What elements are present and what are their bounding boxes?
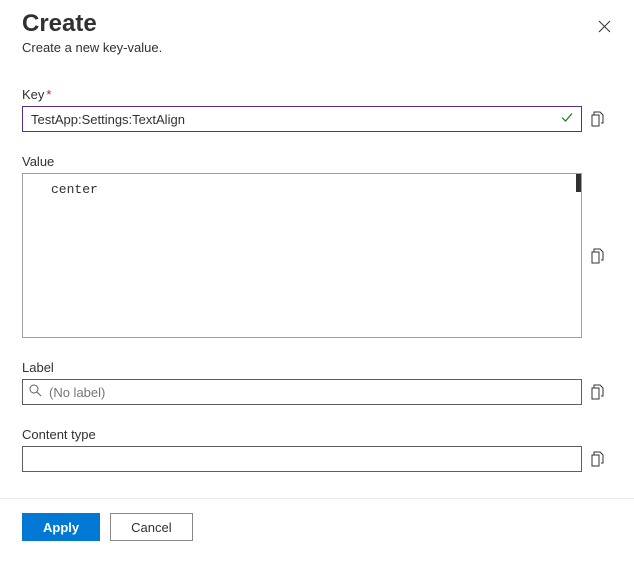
label-input[interactable]: [22, 379, 582, 405]
copy-key-button[interactable]: [590, 111, 606, 127]
value-label: Value: [22, 154, 612, 169]
content-type-label: Content type: [22, 427, 612, 442]
label-label: Label: [22, 360, 612, 375]
cancel-button[interactable]: Cancel: [110, 513, 192, 541]
copy-value-button[interactable]: [590, 248, 606, 264]
copy-icon: [591, 384, 605, 400]
copy-icon: [591, 451, 605, 467]
apply-button[interactable]: Apply: [22, 513, 100, 541]
key-input[interactable]: [22, 106, 582, 132]
copy-icon: [591, 248, 605, 264]
key-label: Key*: [22, 87, 612, 102]
page-subtitle: Create a new key-value.: [22, 40, 590, 55]
scrollbar[interactable]: [576, 174, 581, 192]
footer-divider: [0, 498, 634, 499]
copy-icon: [591, 111, 605, 127]
value-textarea[interactable]: [49, 180, 575, 331]
required-asterisk: *: [46, 87, 51, 102]
copy-label-button[interactable]: [590, 384, 606, 400]
copy-content-type-button[interactable]: [590, 451, 606, 467]
close-button[interactable]: [590, 12, 618, 40]
page-title: Create: [22, 10, 590, 38]
close-icon: [598, 20, 611, 33]
content-type-input[interactable]: [22, 446, 582, 472]
